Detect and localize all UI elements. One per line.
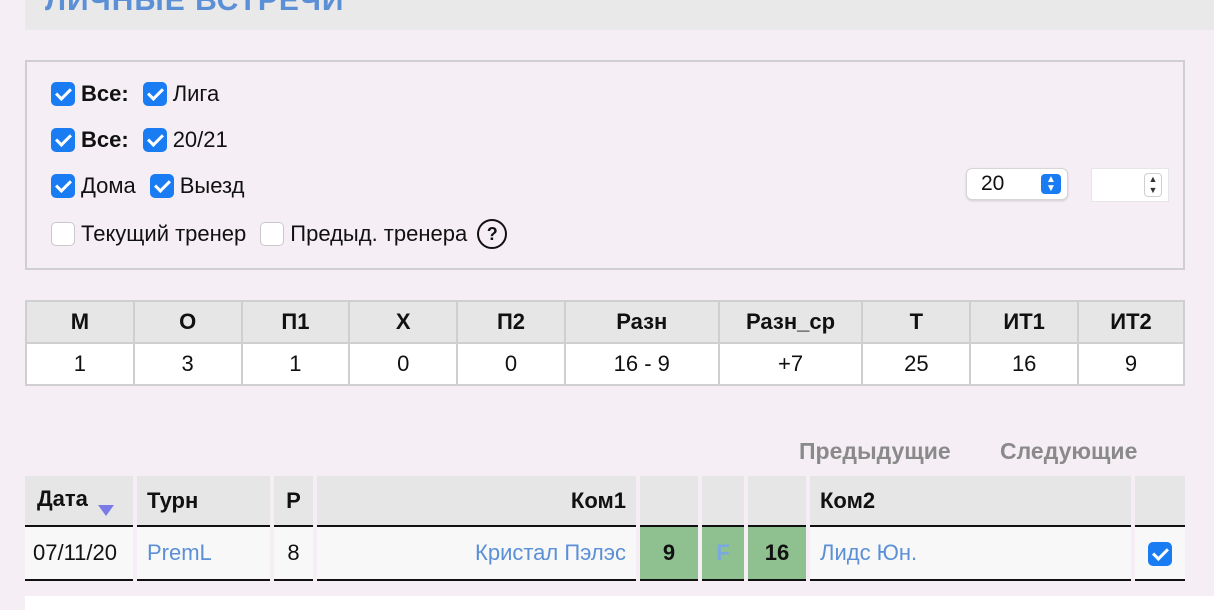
- team2-link[interactable]: Лидс Юн.: [806, 526, 1133, 581]
- team2-column-header[interactable]: Ком2: [806, 476, 1133, 527]
- matches-header-row: Дата Турн Р Ком1 Ком2: [25, 476, 1185, 527]
- round-column-header[interactable]: Р: [270, 476, 315, 527]
- stats-header-row: М О П1 Х П2 Разн Разн_ср Т ИТ1 ИТ2: [25, 300, 1185, 344]
- filter-panel: Все: Лига Все: 20/21 Дома Выезд Текущий …: [25, 60, 1185, 270]
- date-header-label: Дата: [37, 485, 88, 511]
- all-seasons-checkbox[interactable]: [51, 128, 75, 152]
- score1-column-header: [636, 476, 700, 527]
- stats-header: Разн_ср: [717, 300, 864, 344]
- stats-value: 0: [456, 342, 566, 386]
- matches-table: Дата Турн Р Ком1 Ком2 07/11/20 PremL 8 К…: [25, 476, 1185, 581]
- match-status[interactable]: F: [698, 526, 746, 581]
- all-tournaments-label: Все:: [81, 81, 129, 106]
- stepper-arrows-icon[interactable]: ▲ ▼: [1144, 173, 1162, 197]
- league-checkbox[interactable]: [142, 82, 167, 106]
- stats-value: 9: [1077, 342, 1185, 386]
- summary-stats-table: М О П1 Х П2 Разн Разн_ср Т ИТ1 ИТ2 1 3 1…: [25, 300, 1185, 386]
- stats-header: Разн: [563, 300, 720, 344]
- league-label: Лига: [172, 81, 220, 106]
- away-label: Выезд: [179, 173, 245, 198]
- stats-header: М: [25, 300, 135, 344]
- help-icon[interactable]: ?: [477, 219, 508, 249]
- team1-link[interactable]: Кристал Пэлэс: [313, 526, 638, 581]
- filter-row-coach: Текущий тренер Предыд. тренера ?: [51, 219, 508, 249]
- select-column-header: [1131, 476, 1185, 527]
- team1-score[interactable]: 9: [636, 526, 700, 581]
- prev-coach-checkbox[interactable]: [260, 222, 285, 246]
- stats-value: 3: [132, 342, 243, 386]
- stats-value: +7: [717, 342, 864, 386]
- current-coach-label: Текущий тренер: [81, 221, 247, 246]
- select-arrows-icon: ▲ ▼: [1041, 174, 1061, 194]
- table-row: 07/11/20 PremL 8 Кристал Пэлэс 9 F 16 Ли…: [25, 526, 1185, 581]
- status-column-header: [698, 476, 746, 527]
- count-select[interactable]: 20 ▲ ▼: [966, 168, 1068, 200]
- number-stepper-input[interactable]: ▲ ▼: [1091, 168, 1169, 202]
- footer-band: [25, 596, 1214, 610]
- home-label: Дома: [81, 173, 136, 198]
- season-checkbox[interactable]: [142, 128, 167, 152]
- prev-page-link[interactable]: Предыдущие: [799, 438, 951, 465]
- team1-column-header[interactable]: Ком1: [313, 476, 638, 527]
- stats-header: О: [132, 300, 243, 344]
- season-label: 20/21: [172, 127, 228, 152]
- prev-coach-label: Предыд. тренера: [290, 221, 468, 246]
- next-page-link[interactable]: Следующие: [1000, 438, 1137, 465]
- section-header: ЛИЧНЫЕ ВСТРЕЧИ: [25, 0, 1214, 30]
- filter-row-venue: Дома Выезд: [51, 172, 258, 200]
- away-checkbox[interactable]: [149, 174, 174, 198]
- stats-header: П1: [240, 300, 351, 344]
- stats-header: Х: [348, 300, 459, 344]
- sort-desc-icon[interactable]: [97, 504, 114, 516]
- stats-header: П2: [456, 300, 566, 344]
- stats-value: 16 - 9: [563, 342, 720, 386]
- stats-value: 16: [969, 342, 1080, 386]
- stats-value-row: 1 3 1 0 0 16 - 9 +7 25 16 9: [25, 342, 1185, 386]
- filter-row-tournament: Все: Лига: [51, 80, 233, 108]
- match-date: 07/11/20: [25, 526, 135, 581]
- count-select-value: 20: [981, 172, 1005, 195]
- date-column-header[interactable]: Дата: [25, 476, 135, 527]
- stats-value: 25: [861, 342, 972, 386]
- home-checkbox[interactable]: [51, 174, 75, 198]
- stats-value: 0: [348, 342, 459, 386]
- stats-value: 1: [25, 342, 135, 386]
- section-title: ЛИЧНЫЕ ВСТРЕЧИ: [45, 0, 345, 17]
- stats-header: ИТ2: [1077, 300, 1185, 344]
- all-seasons-label: Все:: [81, 127, 129, 152]
- filter-row-season: Все: 20/21: [51, 126, 242, 154]
- tournament-link[interactable]: PremL: [133, 526, 272, 581]
- tournament-column-header[interactable]: Турн: [133, 476, 272, 527]
- score2-column-header: [744, 476, 808, 527]
- stats-header: ИТ1: [969, 300, 1080, 344]
- match-round: 8: [270, 526, 315, 581]
- row-select-checkbox[interactable]: [1148, 542, 1172, 567]
- stats-header: Т: [861, 300, 972, 344]
- stats-value: 1: [240, 342, 351, 386]
- team2-score[interactable]: 16: [744, 526, 808, 581]
- all-tournaments-checkbox[interactable]: [51, 82, 75, 106]
- current-coach-checkbox[interactable]: [51, 222, 75, 246]
- row-select-cell: [1131, 526, 1185, 581]
